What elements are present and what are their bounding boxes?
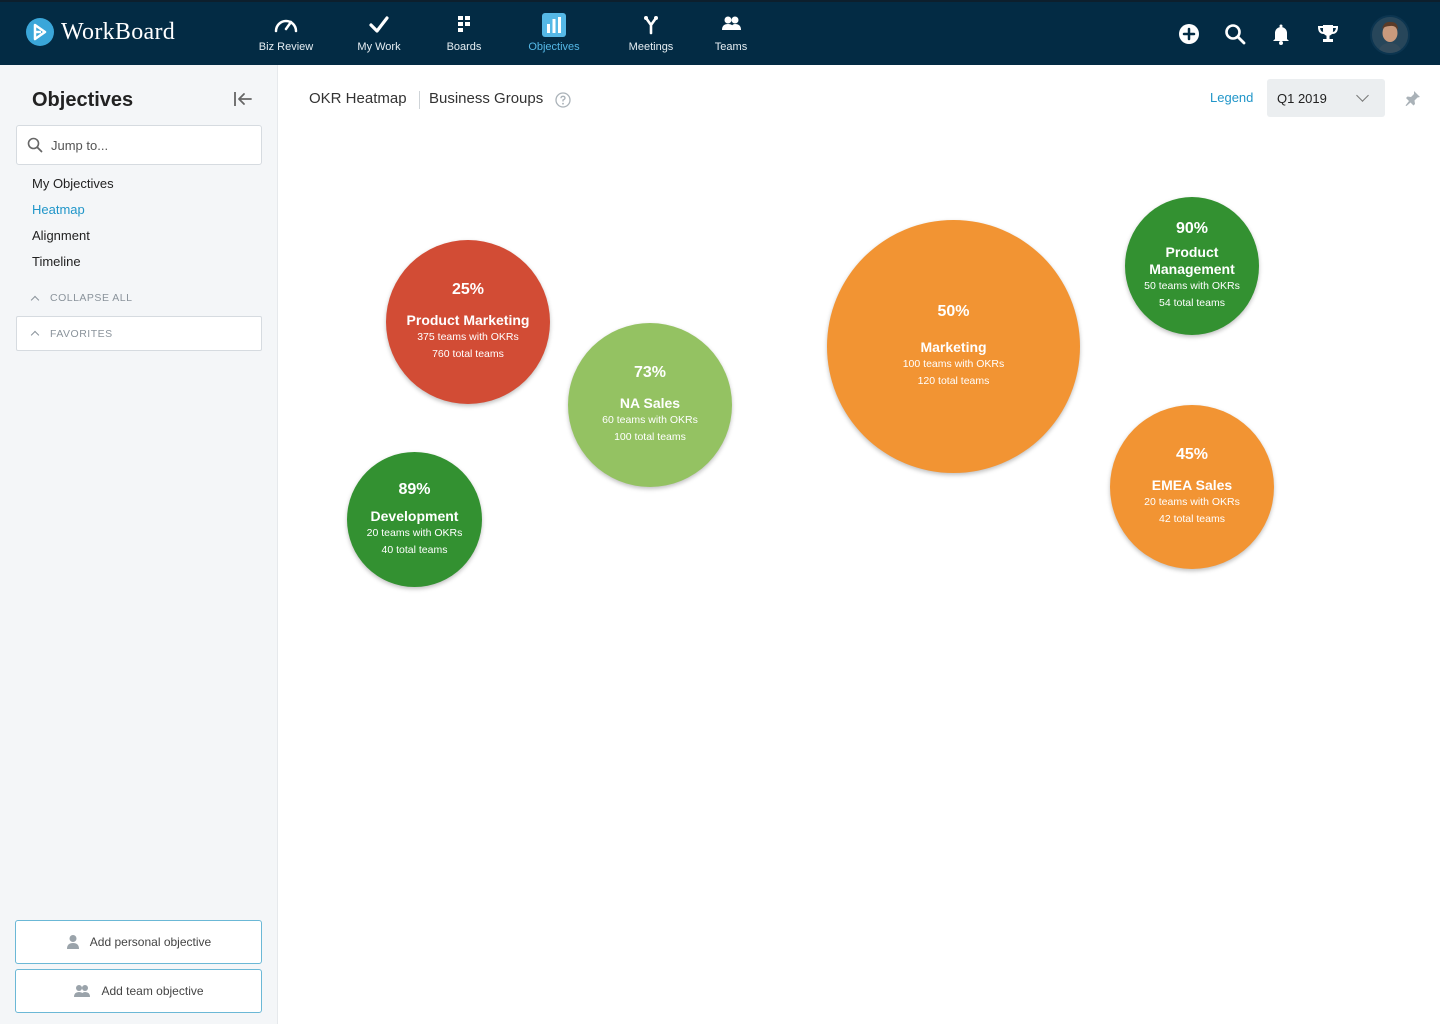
bubble-teams-with-okrs: 375 teams with OKRs [417, 331, 519, 343]
bubble-total-teams: 54 total teams [1159, 297, 1225, 309]
meetings-icon [644, 16, 658, 35]
legend-link[interactable]: Legend [1210, 90, 1253, 105]
nav-teams[interactable]: Teams [686, 12, 776, 60]
search-icon[interactable] [1223, 22, 1247, 46]
breadcrumb-divider [419, 91, 420, 109]
sidebar: Objectives My Objectives Heatmap Alignme… [0, 65, 278, 1024]
bubble-teams-with-okrs: 50 teams with OKRs [1144, 280, 1240, 292]
bar-chart-icon [542, 13, 566, 37]
bubble-group-name: Product Marketing [406, 312, 530, 328]
bubble-teams-with-okrs: 20 teams with OKRs [1144, 496, 1240, 508]
sidebar-title: Objectives [32, 89, 134, 111]
nav-my-work[interactable]: My Work [334, 12, 424, 60]
bubble-product-management[interactable]: 90% Product Management 50 teams with OKR… [1125, 197, 1259, 335]
top-navigation-bar: WorkBoard Biz Review My Work Boards Obje… [0, 0, 1440, 65]
chevron-up-icon [30, 330, 40, 340]
collapse-all-toggle[interactable]: COLLAPSE ALL [30, 292, 133, 304]
search-icon [27, 137, 43, 153]
bubble-total-teams: 40 total teams [381, 543, 448, 556]
bell-icon[interactable] [1269, 22, 1293, 46]
breadcrumb-business-groups[interactable]: Business Groups [429, 90, 543, 107]
bubble-development[interactable]: 89% Development 20 teams with OKRs 40 to… [347, 452, 482, 587]
bubble-product-marketing[interactable]: 25% Product Marketing 375 teams with OKR… [386, 240, 550, 404]
nav-label: Objectives [528, 41, 580, 53]
bubble-total-teams: 42 total teams [1159, 513, 1225, 525]
bubble-percent: 25% [451, 281, 485, 298]
bubble-percent: 73% [633, 364, 667, 381]
breadcrumb-okr-heatmap[interactable]: OKR Heatmap [309, 90, 407, 107]
boards-icon [458, 16, 470, 32]
nav-label: Teams [714, 41, 748, 53]
avatar-icon [1372, 17, 1408, 53]
sidebar-link-my-objectives[interactable]: My Objectives [32, 176, 114, 191]
nav-boards[interactable]: Boards [419, 12, 509, 60]
bubble-group-name: EMEA Sales [1151, 477, 1233, 493]
bubble-group-name: Marketing [920, 339, 987, 355]
add-personal-label: Add personal objective [89, 935, 212, 949]
team-icon [74, 985, 91, 997]
collapse-sidebar-icon[interactable] [232, 89, 254, 109]
chevron-up-icon [30, 295, 40, 304]
check-icon [369, 16, 389, 33]
collapse-all-label: COLLAPSE ALL [50, 292, 133, 304]
bubble-teams-with-okrs: 60 teams with OKRs [602, 414, 698, 426]
bubble-total-teams: 760 total teams [432, 348, 504, 360]
nav-objectives[interactable]: Objectives [509, 12, 599, 60]
user-avatar[interactable] [1370, 15, 1410, 55]
add-team-objective-button[interactable]: Add team objective [15, 969, 262, 1013]
teams-icon [722, 16, 741, 30]
brand[interactable]: WorkBoard [26, 18, 175, 46]
quarter-select[interactable]: Q1 2019 [1267, 79, 1385, 117]
bubble-percent: 90% [1175, 220, 1209, 237]
nav-label: Boards [446, 41, 482, 53]
bubble-group-name: NA Sales [619, 395, 681, 411]
bubble-group-name: Development [370, 507, 459, 524]
favorites-section[interactable]: FAVORITES [16, 316, 262, 351]
nav-label: My Work [357, 41, 401, 53]
bubble-percent: 89% [398, 480, 431, 498]
person-icon [66, 935, 79, 949]
jump-to-search[interactable] [16, 125, 262, 165]
brand-name: WorkBoard [61, 18, 176, 45]
sidebar-link-heatmap[interactable]: Heatmap [32, 202, 85, 217]
workboard-logo-icon [26, 18, 54, 46]
jump-to-input[interactable] [51, 137, 241, 153]
bubble-na-sales[interactable]: 73% NA Sales 60 teams with OKRs 100 tota… [568, 323, 732, 487]
sidebar-link-timeline[interactable]: Timeline [32, 254, 81, 269]
quarter-select-value: Q1 2019 [1277, 90, 1327, 106]
nav-meetings[interactable]: Meetings [606, 12, 696, 60]
add-icon[interactable] [1177, 22, 1201, 46]
nav-label: Meetings [628, 41, 674, 53]
bubble-group-name: Product Management [1149, 244, 1235, 277]
favorites-label: FAVORITES [50, 327, 113, 340]
nav-biz-review[interactable]: Biz Review [241, 12, 331, 60]
help-icon[interactable] [555, 92, 571, 108]
bubble-emea-sales[interactable]: 45% EMEA Sales 20 teams with OKRs 42 tot… [1110, 405, 1274, 569]
bubble-total-teams: 120 total teams [917, 375, 990, 387]
bubble-teams-with-okrs: 20 teams with OKRs [366, 526, 463, 539]
bubble-total-teams: 100 total teams [614, 431, 686, 443]
add-team-label: Add team objective [101, 984, 204, 998]
bubble-percent: 45% [1175, 446, 1209, 463]
sidebar-link-alignment[interactable]: Alignment [32, 228, 90, 243]
chevron-down-icon [1356, 89, 1369, 102]
gauge-icon [274, 19, 298, 33]
bubble-teams-with-okrs: 100 teams with OKRs [902, 358, 1005, 370]
pin-icon[interactable] [1404, 89, 1422, 107]
bubble-percent: 50% [937, 303, 970, 320]
add-personal-objective-button[interactable]: Add personal objective [15, 920, 262, 964]
bubble-marketing[interactable]: 50% Marketing 100 teams with OKRs 120 to… [827, 220, 1080, 473]
trophy-icon[interactable] [1316, 22, 1340, 46]
nav-label: Biz Review [258, 41, 314, 53]
